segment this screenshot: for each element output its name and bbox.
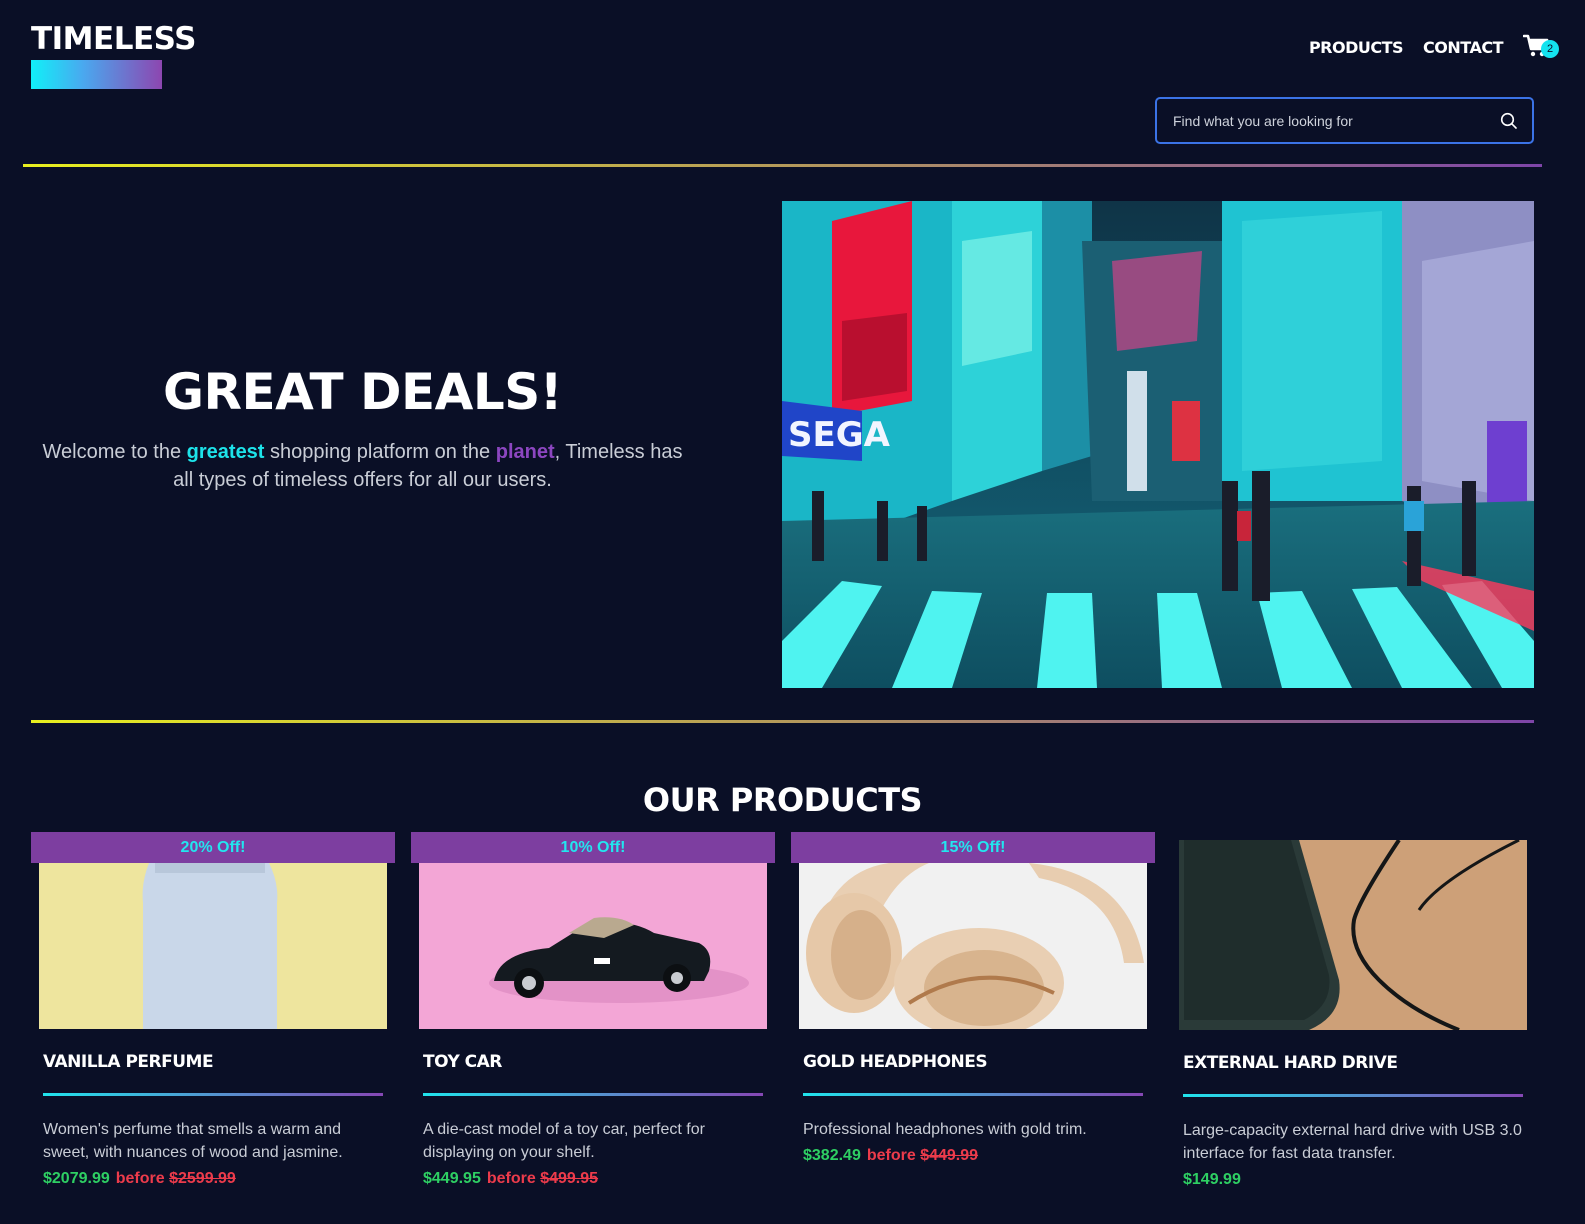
price-row: $149.99 — [1183, 1171, 1523, 1189]
brand-name: TIMELESS — [31, 21, 196, 57]
before-label: before — [866, 1147, 916, 1164]
product-name[interactable]: GOLD HEADPHONES — [803, 1051, 1143, 1073]
hero-section: GREAT DEALS! Welcome to the greatest sho… — [30, 360, 695, 494]
product-card-rule — [423, 1093, 763, 1096]
section-divider — [31, 720, 1534, 723]
cart-count-badge: 2 — [1541, 40, 1559, 58]
search-icon[interactable] — [1500, 112, 1518, 130]
product-description: Professional headphones with gold trim. — [803, 1121, 1087, 1138]
price-row: $2079.99 before $2599.99 — [43, 1170, 383, 1188]
old-price: $499.95 — [540, 1170, 599, 1187]
product-card-body: EXTERNAL HARD DRIVE Large-capacity exter… — [1171, 1052, 1535, 1189]
search-box — [1155, 97, 1534, 144]
discount-badge: 10% Off! — [411, 832, 775, 863]
hero-highlight-planet: planet — [495, 441, 555, 463]
hero-title: GREAT DEALS! — [162, 363, 563, 421]
nav-link-products[interactable]: PRODUCTS — [1309, 38, 1404, 57]
product-card-rule — [1183, 1094, 1523, 1097]
product-card-rule — [803, 1093, 1143, 1096]
discount-badge: 15% Off! — [791, 832, 1155, 863]
before-label: before — [115, 1170, 165, 1187]
product-card-body: VANILLA PERFUME Women's perfume that sme… — [31, 1051, 395, 1188]
product-image-perfume — [39, 863, 387, 1029]
old-price: $449.99 — [920, 1147, 979, 1164]
products-section-title: OUR PRODUCTS — [642, 781, 923, 819]
product-card[interactable]: 15% Off! GOLD HEADPHONES Professional he… — [791, 832, 1155, 1165]
product-name[interactable]: TOY CAR — [423, 1051, 763, 1073]
product-name[interactable]: VANILLA PERFUME — [43, 1051, 383, 1073]
product-image-headphones — [799, 863, 1147, 1029]
product-price: $382.49 — [803, 1147, 861, 1164]
before-label: before — [486, 1170, 536, 1187]
price-row: $382.49 before $449.99 — [803, 1147, 1143, 1165]
product-image-hard-drive — [1179, 840, 1527, 1030]
hero-desc-part: shopping platform on the — [264, 441, 496, 463]
header-divider — [23, 164, 1542, 167]
hero-description: Welcome to the greatest shopping platfor… — [30, 438, 695, 494]
product-description: A die-cast model of a toy car, perfect f… — [423, 1121, 705, 1161]
brand-logo[interactable]: TIMELESS — [31, 20, 196, 89]
product-image-toy-car — [419, 863, 767, 1029]
main-nav: PRODUCTS CONTACT 2 — [1309, 34, 1559, 60]
hero-desc-part: Welcome to the — [42, 441, 187, 463]
logo-gradient-bar — [31, 60, 162, 89]
product-description: Large-capacity external hard drive with … — [1183, 1122, 1522, 1162]
product-card-body: TOY CAR A die-cast model of a toy car, p… — [411, 1051, 775, 1188]
product-price: $2079.99 — [43, 1170, 110, 1187]
hero-image-city-street: SEGA — [782, 201, 1534, 688]
nav-link-contact[interactable]: CONTACT — [1423, 38, 1503, 57]
product-name[interactable]: EXTERNAL HARD DRIVE — [1183, 1052, 1523, 1074]
product-card-rule — [43, 1093, 383, 1096]
svg-text:SEGA: SEGA — [788, 415, 891, 455]
search-input[interactable] — [1173, 112, 1500, 129]
price-row: $449.95 before $499.95 — [423, 1170, 763, 1188]
product-price: $149.99 — [1183, 1171, 1241, 1188]
product-card-body: GOLD HEADPHONES Professional headphones … — [791, 1051, 1155, 1165]
product-description: Women's perfume that smells a warm and s… — [43, 1121, 343, 1161]
product-price: $449.95 — [423, 1170, 481, 1187]
product-card[interactable]: 20% Off! VANILLA PERFUME Women's perfume… — [31, 832, 395, 1188]
product-card[interactable]: EXTERNAL HARD DRIVE Large-capacity exter… — [1171, 840, 1535, 1189]
hero-highlight-greatest: greatest — [186, 441, 265, 463]
discount-badge: 20% Off! — [31, 832, 395, 863]
product-card[interactable]: 10% Off! TOY CAR A die-cast model of a t… — [411, 832, 775, 1188]
old-price: $2599.99 — [169, 1170, 236, 1187]
cart-button[interactable]: 2 — [1523, 34, 1559, 60]
